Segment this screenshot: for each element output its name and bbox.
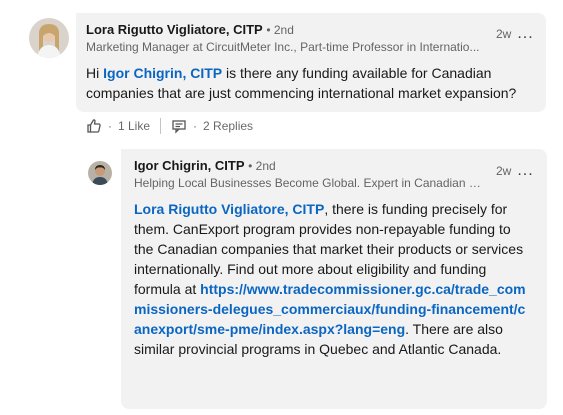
comment-author-headline: Marketing Manager at CircuitMeter Inc., …: [86, 40, 480, 54]
reply-comment-icon: [172, 120, 186, 134]
comment-text: Hi Igor Chigrin, CITP is there any fundi…: [86, 65, 517, 101]
comment-author-line: Lora Rigutto Vigliatore, CITP • 2nd: [86, 22, 294, 37]
like-button[interactable]: [86, 118, 102, 134]
reply-text: Lora Rigutto Vigliatore, CITP, there is …: [134, 201, 526, 357]
avatar[interactable]: [88, 161, 112, 185]
comment-author-name[interactable]: Lora Rigutto Vigliatore, CITP: [86, 22, 263, 37]
comment-meta: 2w ...: [496, 26, 534, 42]
more-options-icon[interactable]: ...: [517, 26, 533, 42]
reply-count[interactable]: 2 Replies: [203, 119, 253, 133]
reply-author-line: Igor Chigrin, CITP • 2nd: [134, 158, 276, 173]
timestamp: 2w: [496, 27, 512, 41]
timestamp: 2w: [496, 164, 512, 178]
avatar[interactable]: [29, 18, 69, 58]
connection-degree: • 2nd: [266, 23, 294, 37]
reply-author-name[interactable]: Igor Chigrin, CITP: [134, 158, 245, 173]
more-options-icon[interactable]: ...: [517, 163, 533, 179]
mention-link[interactable]: Lora Rigutto Vigliatore, CITP: [134, 201, 324, 217]
like-thumb-icon: [87, 119, 101, 133]
comment-actions: · 1 Like · 2 Replies: [86, 118, 253, 134]
reply-meta: 2w ...: [496, 163, 534, 179]
mention-link[interactable]: Igor Chigrin, CITP: [103, 65, 222, 81]
like-count[interactable]: 1 Like: [118, 119, 150, 133]
connection-degree: • 2nd: [248, 159, 276, 173]
reply-author-headline: Helping Local Businesses Become Global. …: [134, 176, 484, 190]
reply-button[interactable]: [171, 118, 187, 134]
divider: [160, 118, 162, 134]
